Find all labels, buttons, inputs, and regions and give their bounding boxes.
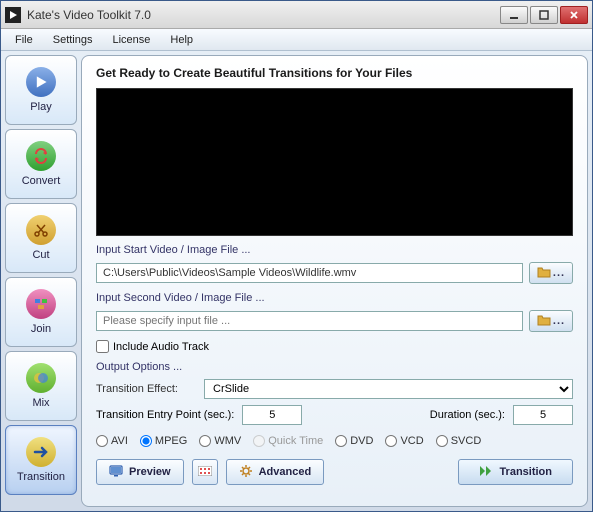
arrow-right-icon <box>26 437 56 467</box>
effect-label: Transition Effect: <box>96 383 196 395</box>
body-area: Play Convert Cut Join Mix Transition <box>1 51 592 511</box>
input-second-field[interactable] <box>96 311 523 331</box>
input-second-row: ... <box>96 310 573 332</box>
menu-settings[interactable]: Settings <box>43 32 103 48</box>
menu-file[interactable]: File <box>5 32 43 48</box>
sidebar-label: Transition <box>17 471 65 483</box>
action-row: Preview Advanced Transition <box>96 459 573 485</box>
sidebar-item-transition[interactable]: Transition <box>5 425 77 495</box>
format-vcd[interactable]: VCD <box>385 435 423 447</box>
format-mpeg[interactable]: MPEG <box>140 435 187 447</box>
timeline-button[interactable] <box>192 459 218 485</box>
convert-icon <box>26 141 56 171</box>
output-options-label: Output Options ... <box>96 361 573 373</box>
main-panel: Get Ready to Create Beautiful Transition… <box>81 55 588 507</box>
browse-start-button[interactable]: ... <box>529 262 573 284</box>
include-audio-input[interactable] <box>96 340 109 353</box>
sidebar-label: Cut <box>32 249 49 261</box>
ellipsis-icon: ... <box>553 315 565 327</box>
menu-license[interactable]: License <box>102 32 160 48</box>
sidebar-label: Convert <box>22 175 61 187</box>
maximize-button[interactable] <box>530 6 558 24</box>
mix-icon <box>26 363 56 393</box>
format-dvd[interactable]: DVD <box>335 435 373 447</box>
folder-icon <box>537 314 551 329</box>
format-row: AVI MPEG WMV Quick Time DVD VCD SVCD <box>96 435 573 447</box>
close-button[interactable] <box>560 6 588 24</box>
entry-point-label: Transition Entry Point (sec.): <box>96 409 234 421</box>
menubar: File Settings License Help <box>1 29 592 51</box>
sidebar-item-play[interactable]: Play <box>5 55 77 125</box>
scissors-icon <box>26 215 56 245</box>
folder-icon <box>537 266 551 281</box>
timing-row: Transition Entry Point (sec.): Duration … <box>96 405 573 425</box>
input-start-row: ... <box>96 262 573 284</box>
ellipsis-icon: ... <box>553 267 565 279</box>
preview-button[interactable]: Preview <box>96 459 184 485</box>
fast-forward-icon <box>479 465 493 480</box>
effect-select[interactable]: CrSlide <box>204 379 573 399</box>
monitor-icon <box>109 465 123 480</box>
duration-label: Duration (sec.): <box>430 409 505 421</box>
format-wmv[interactable]: WMV <box>199 435 241 447</box>
minimize-button[interactable] <box>500 6 528 24</box>
menu-help[interactable]: Help <box>160 32 203 48</box>
include-audio-label: Include Audio Track <box>113 341 209 353</box>
browse-second-button[interactable]: ... <box>529 310 573 332</box>
sidebar-item-join[interactable]: Join <box>5 277 77 347</box>
sidebar-item-convert[interactable]: Convert <box>5 129 77 199</box>
sidebar-label: Play <box>30 101 51 113</box>
play-icon <box>26 67 56 97</box>
gear-icon <box>239 464 253 481</box>
format-svcd[interactable]: SVCD <box>436 435 482 447</box>
effect-row: Transition Effect: CrSlide <box>96 379 573 399</box>
titlebar: Kate's Video Toolkit 7.0 <box>1 1 592 29</box>
join-icon <box>26 289 56 319</box>
sidebar-item-mix[interactable]: Mix <box>5 351 77 421</box>
input-second-label: Input Second Video / Image File ... <box>96 292 573 304</box>
video-preview <box>96 88 573 236</box>
sidebar: Play Convert Cut Join Mix Transition <box>5 55 77 507</box>
transition-button[interactable]: Transition <box>458 459 573 485</box>
app-icon <box>5 7 21 23</box>
format-avi[interactable]: AVI <box>96 435 128 447</box>
duration-field[interactable] <box>513 405 573 425</box>
advanced-button[interactable]: Advanced <box>226 459 325 485</box>
filmstrip-icon <box>198 466 212 479</box>
input-start-label: Input Start Video / Image File ... <box>96 244 573 256</box>
panel-title: Get Ready to Create Beautiful Transition… <box>96 66 573 80</box>
sidebar-label: Mix <box>32 397 49 409</box>
entry-point-field[interactable] <box>242 405 302 425</box>
format-quicktime: Quick Time <box>253 435 323 447</box>
include-audio-checkbox[interactable]: Include Audio Track <box>96 340 573 353</box>
window-controls <box>500 6 588 24</box>
window-title: Kate's Video Toolkit 7.0 <box>27 8 500 22</box>
sidebar-item-cut[interactable]: Cut <box>5 203 77 273</box>
app-window: Kate's Video Toolkit 7.0 File Settings L… <box>0 0 593 512</box>
sidebar-label: Join <box>31 323 51 335</box>
input-start-field[interactable] <box>96 263 523 283</box>
